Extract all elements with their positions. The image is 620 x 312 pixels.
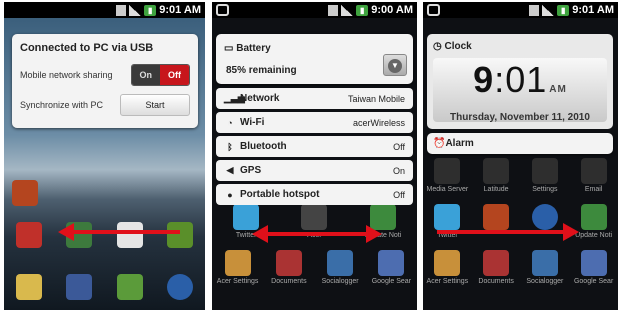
alarm-row[interactable]: ⏰ Alarm — [427, 133, 613, 154]
latitude-app[interactable]: Latitude — [474, 158, 518, 193]
sim-icon — [529, 4, 540, 16]
toggle-gps[interactable]: ◀ GPS On — [216, 160, 413, 181]
battery-card: ▭ Battery 85% remaining ▼ — [216, 34, 413, 84]
signal-icon — [542, 4, 555, 16]
google-search-app[interactable]: Google Sear — [369, 250, 413, 285]
acer-settings-app[interactable]: Acer Settings — [216, 250, 260, 285]
sync-row: Synchronize with PC Start — [12, 94, 198, 116]
clock-date: Thursday, November 11, 2010 — [450, 112, 590, 123]
android-icon — [216, 4, 229, 16]
status-bar[interactable]: ▮ 9:00 AM — [212, 2, 417, 18]
sim-icon — [116, 4, 127, 16]
signal-icon — [129, 4, 142, 16]
battery-small-icon: ▭ — [224, 43, 237, 54]
sharing-row: Mobile network sharing On Off — [12, 64, 198, 86]
app-row: Media Server Latitude Settings Email — [423, 158, 618, 193]
calendar-app[interactable] — [108, 222, 152, 250]
clock-widget[interactable]: ◷ Clock 9:01 AM Thursday, November 11, 20… — [427, 34, 613, 129]
arrow-right-head — [563, 223, 579, 241]
browser-icon[interactable] — [158, 274, 202, 302]
chevron-down-icon: ▼ — [388, 59, 402, 73]
screen-toggles-panel: ▮ 9:00 AM Twitter Acer Update Noti Acer … — [212, 2, 417, 310]
folder-icon[interactable] — [12, 180, 38, 206]
dock — [4, 274, 205, 302]
battery-icon: ▮ — [144, 4, 157, 16]
arrow-left-head — [252, 225, 268, 243]
sync-label: Synchronize with PC — [20, 100, 104, 110]
clock-title: Clock — [444, 41, 472, 52]
screen-clock-panel: ▮ 9:01 AM Media Server Latitude Settings… — [423, 2, 618, 310]
toggle-network[interactable]: ▁▃▅ Network Taiwan Mobile — [216, 88, 413, 109]
arrow-right-head — [366, 225, 382, 243]
sharing-label: Mobile network sharing — [20, 70, 113, 80]
acer-settings-app[interactable]: Acer Settings — [425, 250, 469, 285]
status-time: 9:01 AM — [159, 4, 201, 16]
start-button[interactable]: Start — [120, 94, 190, 116]
signal-icon: ▁▃▅ — [224, 93, 245, 103]
bluetooth-icon: ᛒ — [227, 141, 233, 152]
toggle-off[interactable]: Off — [160, 65, 189, 85]
swipe-arrow — [268, 232, 368, 236]
toggle-hotspot[interactable]: ● Portable hotspot Off — [216, 184, 413, 205]
facebook-icon[interactable] — [57, 274, 101, 302]
clock-face: 9:01 AM Thursday, November 11, 2010 — [433, 58, 607, 123]
documents-app[interactable]: Documents — [267, 250, 311, 285]
sim-icon — [328, 4, 339, 16]
app-row: Acer Settings Documents Socialogger Goog… — [212, 250, 417, 285]
alarm-title: Alarm — [445, 138, 474, 149]
settings-app[interactable]: Settings — [523, 158, 567, 193]
screen-usb-panel: ▮ 9:01 AM Connected to PC via USB Mobile… — [4, 2, 205, 310]
wifi-icon: ◔ — [227, 117, 233, 128]
gps-icon: ◀ — [226, 165, 234, 175]
toggle-on[interactable]: On — [131, 65, 160, 85]
toggle-bluetooth[interactable]: ᛒ Bluetooth Off — [216, 136, 413, 157]
phone-icon[interactable] — [108, 274, 152, 302]
signal-icon — [341, 4, 354, 16]
documents-app[interactable]: Documents — [474, 250, 518, 285]
clock-icon: ◷ — [433, 41, 445, 52]
app-row: Acer Settings Documents Socialogger Goog… — [423, 250, 618, 285]
swipe-arrow — [437, 230, 565, 234]
swipe-arrow — [74, 230, 180, 234]
battery-title: Battery — [236, 43, 271, 54]
status-bar[interactable]: ▮ 9:01 AM — [423, 2, 618, 18]
maps-icon[interactable] — [7, 274, 51, 302]
battery-icon: ▮ — [356, 4, 369, 16]
battery-icon: ▮ — [557, 4, 570, 16]
app-row — [4, 222, 205, 250]
clock-time: 9:01 AM — [473, 59, 567, 100]
expand-button[interactable]: ▼ — [383, 54, 407, 76]
market-app[interactable] — [158, 222, 202, 250]
android-icon — [427, 4, 440, 16]
google-search-app[interactable]: Google Sear — [572, 250, 616, 285]
usb-widget: Connected to PC via USB Mobile network s… — [12, 34, 198, 128]
media-server-app[interactable]: Media Server — [425, 158, 469, 193]
battery-value: 85% remaining — [226, 65, 297, 76]
email-app[interactable]: Email — [572, 158, 616, 193]
socialogger-app[interactable]: Socialogger — [318, 250, 362, 285]
status-time: 9:01 AM — [572, 4, 614, 16]
toggle-wifi[interactable]: ◔ Wi-Fi acerWireless — [216, 112, 413, 133]
socialogger-app[interactable]: Socialogger — [523, 250, 567, 285]
usb-title: Connected to PC via USB — [20, 42, 154, 54]
contacts-app[interactable] — [7, 222, 51, 250]
status-bar[interactable]: ▮ 9:01 AM — [4, 2, 205, 18]
hotspot-icon: ● — [227, 189, 233, 200]
alarm-icon: ⏰ — [433, 138, 446, 149]
arrow-left-head — [58, 223, 74, 241]
status-time: 9:00 AM — [371, 4, 413, 16]
sharing-toggle[interactable]: On Off — [130, 64, 190, 86]
